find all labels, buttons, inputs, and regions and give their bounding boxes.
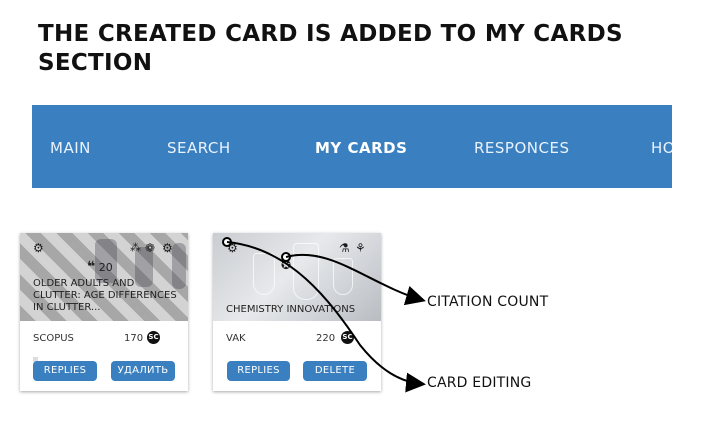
card-editing-label: CARD EDITING (427, 375, 532, 391)
replies-button[interactable]: REPLIES (33, 361, 97, 381)
network-icon: ⁂ (130, 241, 141, 254)
sc-badge: SC (341, 331, 354, 344)
gear-icon[interactable]: ⚙ (227, 242, 238, 254)
nav-item-main[interactable]: MAIN (50, 139, 91, 157)
flask-icon: ⚗ (339, 241, 350, 255)
card-source: VAK (226, 333, 246, 344)
card-older-adults[interactable]: ⚙ ⁂ ❁ ⚙ ❝ 20 OLDER ADULTS AND CLUTTER: A… (20, 233, 188, 391)
lab-icon: ⚘ (355, 241, 366, 255)
card-count: 170 (124, 333, 144, 344)
card-title: CHEMISTRY INNOVATIONS (226, 304, 356, 315)
top-navigation: MAIN SEARCH MY CARDS RESPONCES HOME (32, 105, 672, 188)
nav-item-search[interactable]: SEARCH (167, 139, 231, 157)
delete-button[interactable]: УДАЛИТЬ (111, 361, 175, 381)
card-title: OLDER ADULTS AND CLUTTER: AGE DIFFERENCE… (33, 278, 177, 313)
card-chemistry-innovations[interactable]: ⚙ ✪ ⚗ ⚘ CHEMISTRY INNOVATIONS VAK 220 SC… (213, 233, 381, 391)
nav-item-responces[interactable]: RESPONCES (474, 139, 569, 157)
quote-icon: ❝ (87, 259, 96, 275)
citation-count: ❝ 20 (87, 259, 113, 275)
card-source: SCOPUS (33, 333, 74, 344)
nav-item-my-cards[interactable]: MY CARDS (315, 139, 407, 157)
sc-badge: SC (147, 331, 160, 344)
brain-icon: ❁ (145, 241, 156, 255)
gear-icon: ⚙ (162, 241, 173, 255)
award-icon: ✪ (281, 258, 292, 272)
gear-icon[interactable]: ⚙ (33, 242, 44, 254)
citation-number: 20 (98, 261, 113, 274)
citation-count-label: CITATION COUNT (427, 294, 549, 310)
page-heading: THE CREATED CARD IS ADDED TO MY CARDS SE… (38, 21, 623, 76)
nav-item-home[interactable]: HOME (651, 139, 672, 157)
delete-button[interactable]: DELETE (303, 361, 367, 381)
card-count: 220 (316, 333, 336, 344)
replies-button[interactable]: REPLIES (227, 361, 290, 381)
